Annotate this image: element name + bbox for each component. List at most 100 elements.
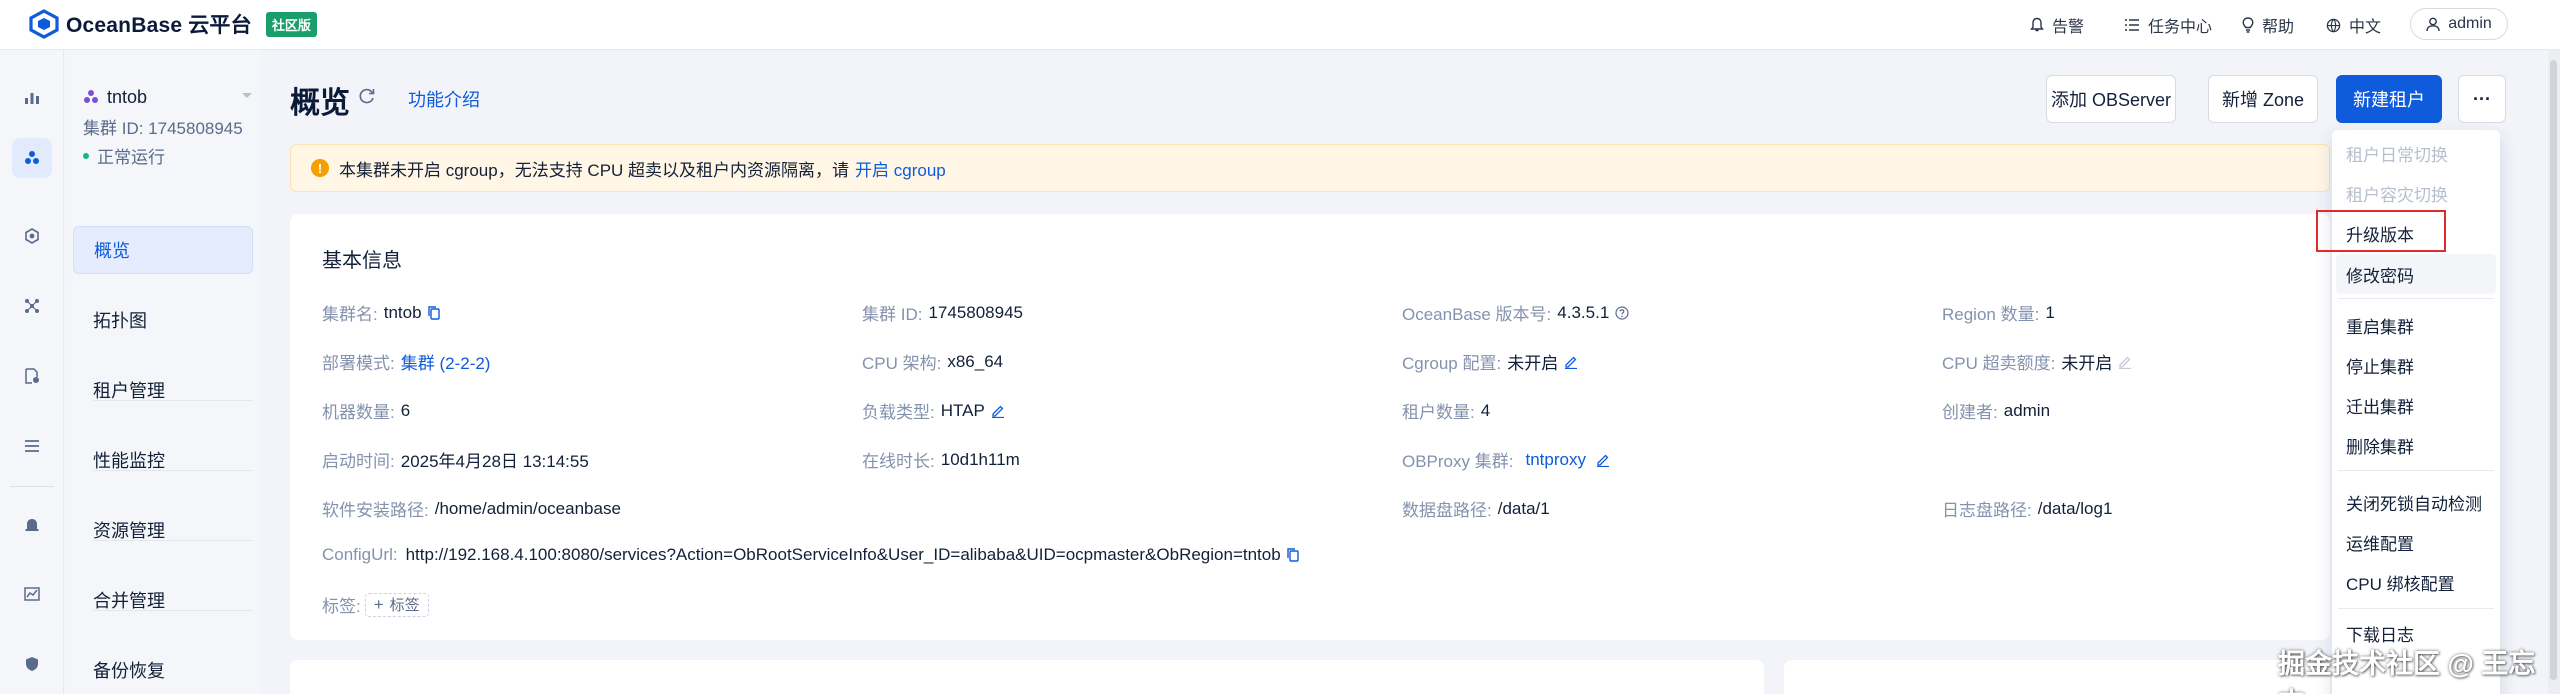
list-icon (2125, 19, 2139, 31)
rail-list[interactable] (12, 426, 52, 466)
menu-item-cpu-binding-config[interactable]: CPU 绑核配置 (2346, 569, 2455, 595)
menu-item-restart-cluster[interactable]: 重启集群 (2346, 312, 2414, 338)
rail-backup[interactable] (12, 356, 52, 396)
field-value: 2025年4月28日 13:14:55 (400, 452, 589, 471)
copy-icon[interactable] (1286, 548, 1299, 562)
field-value: 未开启 (1507, 354, 1559, 373)
field-value: /home/admin/oceanbase (434, 498, 621, 518)
field-data-path: 数据盘路径: /data/1 (1402, 496, 1550, 521)
user-menu-button[interactable]: admin (2410, 8, 2508, 40)
nav-divider (93, 470, 253, 471)
shield-icon (26, 657, 38, 671)
edit-icon[interactable] (1564, 355, 1578, 369)
edit-icon[interactable] (991, 404, 1005, 418)
field-value: http://192.168.4.100:8080/services?Actio… (405, 545, 1281, 564)
menu-item-ops-config[interactable]: 运维配置 (2346, 529, 2414, 555)
feature-intro-link[interactable]: 功能介绍 (408, 86, 480, 112)
edit-icon[interactable] (1596, 453, 1610, 467)
basic-info-title: 基本信息 (322, 250, 402, 272)
alarm-icon (25, 519, 39, 531)
rail-security[interactable] (12, 644, 52, 684)
obproxy-link[interactable]: tntproxy (1525, 450, 1585, 470)
add-tag-button[interactable]: + 标签 (364, 592, 429, 617)
add-zone-button[interactable]: 新增 Zone (2208, 75, 2318, 123)
nav-merge-management[interactable]: 合并管理 (73, 576, 253, 624)
field-label: 部署模式: (322, 354, 395, 373)
field-value: 未开启 (2061, 354, 2113, 373)
field-creator: 创建者: admin (1942, 398, 2050, 423)
cgroup-warning-banner: ! 本集群未开启 cgroup，无法支持 CPU 超卖以及租户内资源隔离，请 开… (290, 144, 2330, 192)
brand-name: OceanBase 云平台 (66, 14, 252, 37)
edition-badge: 社区版 (265, 11, 317, 37)
task-center-menu[interactable]: 任务中心 (2124, 14, 2212, 36)
bar-chart-icon (25, 93, 39, 104)
enable-cgroup-link[interactable]: 开启 cgroup (855, 156, 946, 181)
field-label: 集群名: (322, 305, 378, 324)
oceanbase-logo-icon (29, 9, 59, 39)
field-label: 机器数量: (322, 403, 395, 422)
menu-item-disable-deadlock-detection[interactable]: 关闭死锁自动检测 (2346, 489, 2482, 515)
rail-dashboard[interactable] (12, 78, 52, 118)
copy-icon[interactable] (427, 305, 440, 320)
line-chart-icon (24, 587, 40, 601)
field-value: tntob (383, 302, 422, 322)
brand-logo[interactable]: OceanBase 云平台 社区版 (28, 9, 317, 39)
language-menu[interactable]: 中文 (2326, 14, 2381, 36)
hexagon-icon (25, 228, 39, 244)
field-value: admin (2003, 400, 2051, 420)
nav-divider (93, 540, 253, 541)
field-label: 创建者: (1942, 403, 1998, 422)
cluster-icon (84, 90, 98, 103)
nav-performance-monitoring[interactable]: 性能监控 (73, 436, 253, 484)
task-center-label: 任务中心 (2148, 19, 2213, 36)
warning-icon: ! (311, 159, 329, 177)
menu-item-tenant-switchover: 租户日常切换 (2346, 145, 2448, 165)
rail-cluster[interactable] (12, 138, 52, 178)
field-cpu-oversell: CPU 超卖额度: 未开启 (1942, 349, 2132, 374)
field-label: Region 数量: (1942, 305, 2040, 324)
refresh-icon[interactable] (358, 87, 376, 105)
add-observer-button[interactable]: 添加 OBServer (2046, 75, 2176, 123)
field-cgroup: Cgroup 配置: 未开启 (1402, 349, 1578, 374)
more-actions-button[interactable]: ··· (2458, 75, 2506, 123)
rail-tenant[interactable] (12, 216, 52, 256)
network-icon (25, 299, 39, 313)
menu-item-stop-cluster[interactable]: 停止集群 (2346, 352, 2414, 378)
rail-monitor[interactable] (12, 574, 52, 614)
deploy-mode-link[interactable]: 集群 (2-2-2) (401, 349, 491, 374)
nav-backup-restore[interactable]: 备份恢复 (73, 646, 253, 694)
field-config-url: ConfigUrl: http://192.168.4.100:8080/ser… (322, 545, 1299, 565)
alerts-menu[interactable]: 告警 (2030, 14, 2084, 36)
rail-topology[interactable] (12, 286, 52, 326)
cluster-selector[interactable]: tntob 集群 ID: 1745808945 正常运行 (83, 84, 253, 168)
highlight-annotation-box (2316, 210, 2446, 252)
nav-overview[interactable]: 概览 (73, 226, 253, 274)
menu-divider (2338, 298, 2494, 299)
nav-resource-management[interactable]: 资源管理 (73, 506, 253, 554)
scrollbar-thumb[interactable] (2550, 60, 2557, 680)
bottom-card-right (1784, 660, 2330, 694)
help-menu[interactable]: 帮助 (2242, 14, 2294, 36)
menu-item-move-out-cluster[interactable]: 迁出集群 (2346, 392, 2414, 418)
nav-tenant-management[interactable]: 租户管理 (73, 366, 253, 414)
cluster-status: 正常运行 (83, 143, 253, 168)
field-obproxy: OBProxy 集群: tntproxy (1402, 447, 1610, 472)
field-label: 租户数量: (1402, 403, 1475, 422)
nav-topology[interactable]: 拓扑图 (73, 296, 253, 344)
field-label: 标签: (322, 597, 361, 616)
menu-item-change-password[interactable]: 修改密码 (2346, 261, 2414, 287)
menu-item-tenant-failover: 租户容灾切换 (2346, 185, 2448, 205)
warning-text: 本集群未开启 cgroup，无法支持 CPU 超卖以及租户内资源隔离，请 (339, 160, 850, 180)
menu-item-delete-cluster[interactable]: 删除集群 (2346, 432, 2414, 458)
field-load-type: 负载类型: HTAP (862, 398, 1005, 423)
field-value: /data/1 (1497, 498, 1550, 518)
cluster-name-row: tntob (83, 84, 253, 110)
alerts-label: 告警 (2052, 19, 2085, 36)
field-label: CPU 超卖额度: (1942, 354, 2056, 373)
field-label: 负载类型: (862, 403, 935, 422)
rail-alarm[interactable] (12, 504, 52, 544)
help-circle-icon[interactable] (1615, 305, 1629, 320)
new-tenant-button[interactable]: 新建租户 (2336, 75, 2442, 123)
basic-info-card: 基本信息 集群名: tntob 集群 ID: 1745808945 OceanB… (290, 214, 2330, 640)
cluster-id: 集群 ID: 1745808945 (83, 119, 243, 138)
